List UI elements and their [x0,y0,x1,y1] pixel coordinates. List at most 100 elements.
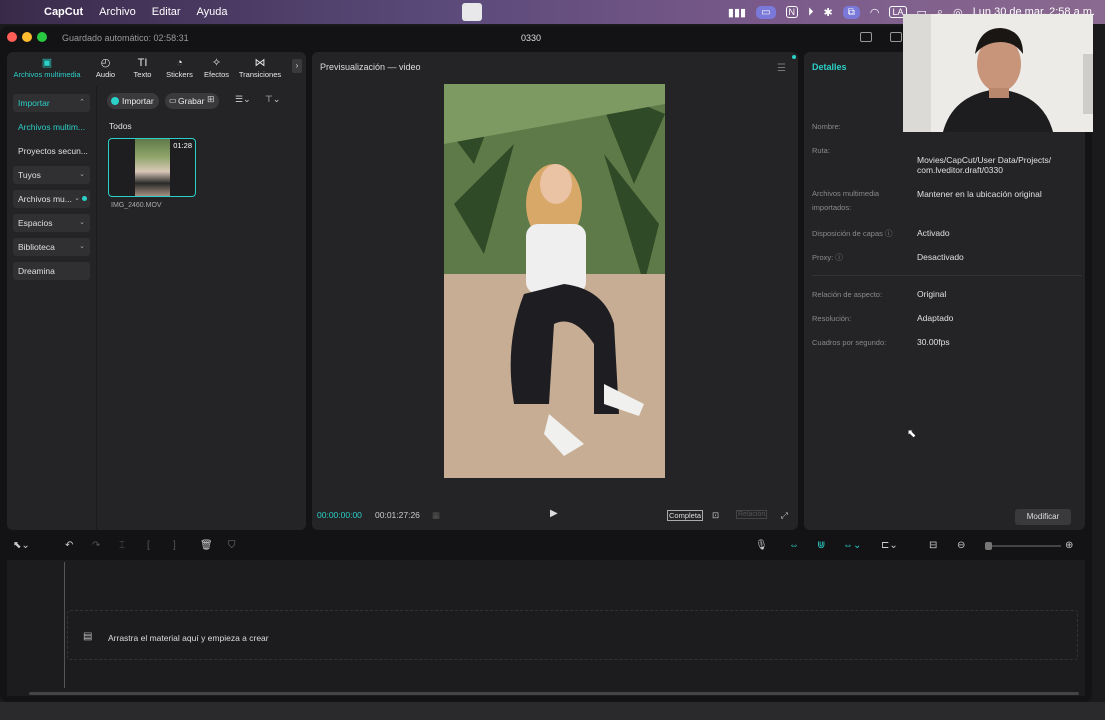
tab-text[interactable]: TI Texto [124,52,161,84]
timeline-scrollbar[interactable] [29,692,1079,695]
tab-effects-label: Efectos [203,70,229,79]
minimize-window-button[interactable] [22,32,32,42]
playhead[interactable] [64,562,65,688]
sort-icon[interactable]: ☰⌄ [235,94,251,105]
delete-icon[interactable]: 🗑 [200,540,213,551]
bluetooth-icon[interactable]: ✱ [824,6,833,19]
detail-label-imported: Archivos multimedia importados: [812,189,880,212]
tab-transitions[interactable]: ⋈ Transiciones [235,52,285,84]
menu-editar[interactable]: Editar [152,6,181,18]
transitions-icon: ⋈ [254,57,266,69]
filter-icon[interactable]: ⊤⌄ [265,94,280,105]
detail-value-capas: Activado [917,228,950,238]
tab-stickers[interactable]: ◔ Stickers [161,52,198,84]
sidebar-item-importar[interactable]: Importar ⌃ [13,94,90,112]
detail-label-capas: Disposición de capas ⓘ [812,227,892,241]
sidebar-item-archivos-mu[interactable]: Archivos mu... ⌄ [13,190,90,208]
zoom-slider[interactable] [985,542,1061,550]
sidebar-item-label: Importar [18,98,50,108]
menu-archivo[interactable]: Archivo [99,6,136,18]
timeline-drop-zone[interactable]: ▤ Arrastra el material aquí y empieza a … [67,610,1078,660]
film-icon: ▤ [83,631,93,642]
screen-share-icon[interactable]: ▭ [756,5,776,19]
webcam-overlay [903,14,1093,132]
details-title: Detalles [812,62,847,72]
tab-audio[interactable]: ◴ Audio [87,52,124,84]
zoom-slider-handle[interactable] [985,542,992,550]
notes-app-icon[interactable] [462,3,482,21]
detail-label-ruta: Ruta: [812,146,830,155]
total-time: 00:01:27:26 [375,510,420,520]
info-icon[interactable]: ⓘ [885,229,893,238]
preview-menu-icon[interactable]: ☰ [777,63,786,74]
preview-axis-icon[interactable]: ⇔⌄ [843,540,861,551]
sidebar-item-archivos-multimedia[interactable]: Archivos multim... [13,118,90,136]
close-window-button[interactable] [7,32,17,42]
sidebar-item-espacios[interactable]: Espacios ⌄ [13,214,90,232]
filter-todos-label: Todos [109,121,132,131]
sidebar-item-biblioteca[interactable]: Biblioteca ⌄ [13,238,90,256]
media-browser: Importar ▭ Grabar ⊞ ☰⌄ ⊤⌄ Todos 01:28 IMG… [99,86,306,530]
panel-icon[interactable] [890,32,902,42]
status-dot-icon [82,196,87,201]
shield-icon[interactable]: ⛉ [228,540,236,551]
chevron-down-icon: ⌄ [74,195,80,202]
menu-ayuda[interactable]: Ayuda [197,6,228,18]
mirror-display-icon[interactable]: ⧉ [842,5,860,19]
fit-view-icon[interactable]: ⊡ [712,510,719,521]
menu-app-name[interactable]: CapCut [44,6,83,18]
tab-media-label: Archivos multimedia [13,70,81,79]
timeline-grid-icon[interactable]: ▦ [432,510,440,521]
detail-value-aspect: Original [917,289,947,299]
media-clip-thumbnail[interactable]: 01:28 [108,138,196,197]
detail-label-aspect: Relación de aspecto: [812,290,883,299]
zoom-in-icon[interactable]: ⊕ [1065,540,1073,551]
import-button[interactable]: Importar [107,93,159,109]
tab-media[interactable]: ▣ Archivos multimedia [7,52,87,84]
n-app-icon[interactable]: N [785,6,799,18]
play-circle-icon[interactable]: ⏵ [808,6,814,19]
zoom-window-button[interactable] [37,32,47,42]
ratio-complete-button[interactable]: Completa [667,510,704,521]
grid-view-icon[interactable]: ⊞ [207,94,215,105]
media-panel: ▣ Archivos multimedia ◴ Audio TI Texto ◔… [7,52,306,530]
link-icon[interactable]: ⇔ [789,540,799,551]
fullscreen-icon[interactable]: ⤢ [781,510,788,521]
detail-label-fps: Cuadros por segundo: [812,338,887,347]
zoom-out-icon[interactable]: ⊖ [957,540,965,551]
timeline-area: ▤ Arrastra el material aquí y empieza a … [7,560,1085,696]
undo-icon[interactable]: ↶ [65,540,73,551]
preview-panel: Previsualización — video ☰ 00:00:00:00 0… [312,52,798,530]
audio-bars-icon[interactable]: ▮▮▮ [728,6,746,19]
sidebar-item-proyectos[interactable]: Proyectos secun... [13,142,90,160]
video-preview[interactable] [444,84,665,478]
project-title[interactable]: 0330 [521,33,541,43]
detail-value-imported[interactable]: Mantener en la ubicación original [917,189,1042,199]
microphone-icon[interactable]: 🎙 [755,540,768,551]
tool-tabs: ▣ Archivos multimedia ◴ Audio TI Texto ◔… [7,52,306,84]
detail-value-ruta: Movies/CapCut/User Data/Projects/ com.lv… [917,155,1052,175]
wifi-icon[interactable]: ◠ [870,6,880,19]
caption-icon[interactable]: ⊟ [929,540,937,551]
select-tool-icon[interactable]: ⬉⌄ [13,540,30,551]
sidebar-item-dreamina[interactable]: Dreamina [13,262,90,280]
play-button[interactable]: ▶ [550,508,558,519]
trim-left-icon[interactable]: [ [147,540,150,551]
sidebar-item-label: Tuyos [18,170,41,180]
status-dot-icon [792,55,796,59]
ratio-button[interactable]: Relación [736,510,768,519]
audio-track-icon[interactable]: ⊏⌄ [881,540,898,551]
info-icon[interactable]: ⓘ [835,253,843,262]
layout-icon[interactable] [860,32,872,42]
tab-text-label: Texto [133,70,152,79]
more-tabs-chevron-icon[interactable]: › [292,59,302,73]
magnet-icon[interactable]: ⋓ [817,540,825,551]
redo-icon[interactable]: ↷ [92,540,100,551]
sidebar-item-tuyos[interactable]: Tuyos ⌄ [13,166,90,184]
detail-label-capas-text: Disposición de capas [812,229,883,238]
chevron-up-icon: ⌃ [79,99,85,106]
trim-right-icon[interactable]: ] [173,540,176,551]
split-icon[interactable]: ⌶ [119,540,125,551]
tab-effects[interactable]: ✧ Efectos [198,52,235,84]
modify-button[interactable]: Modificar [1015,509,1071,525]
